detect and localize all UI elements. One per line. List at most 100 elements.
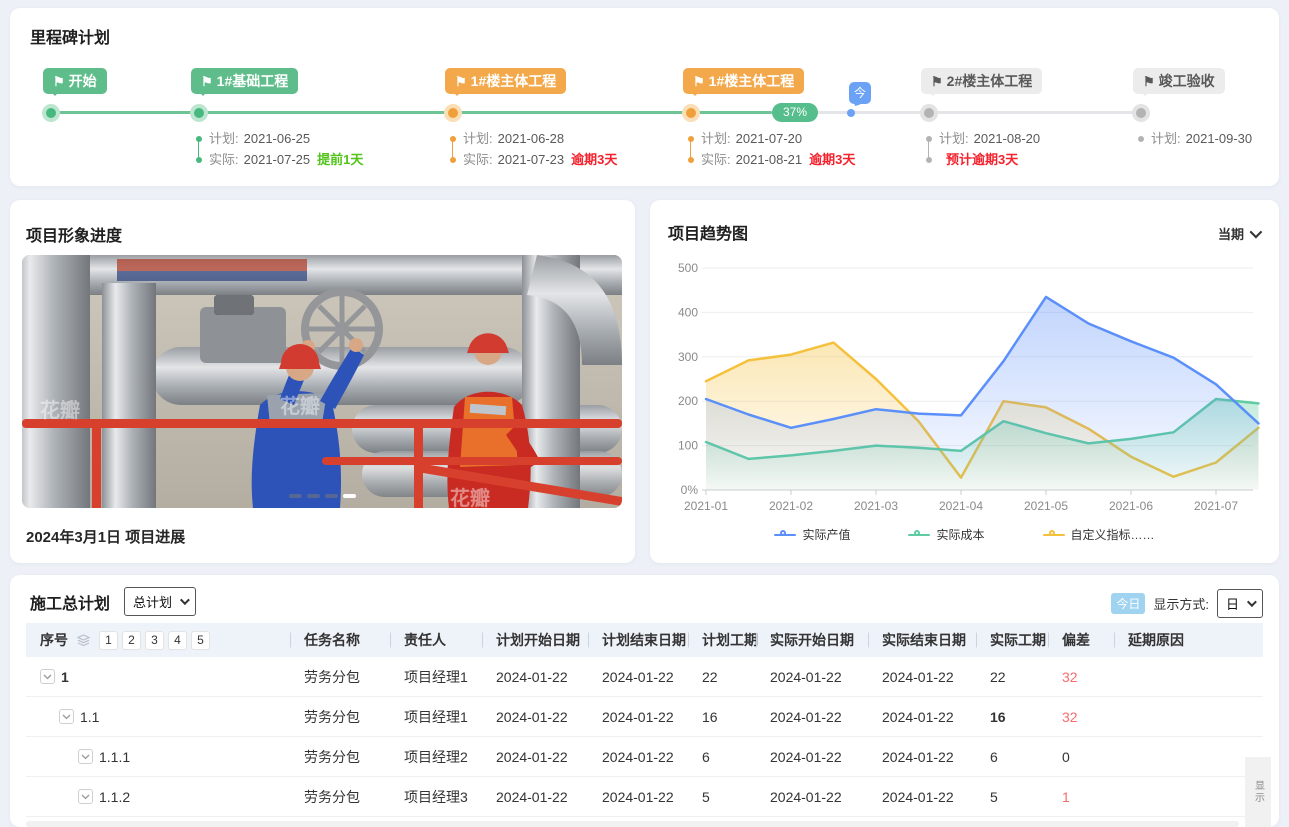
table-title: 施工总计划	[30, 590, 110, 614]
milestone-timeline: 37% 今 ⚑开始⚑1#基础工程计划:2021-06-25实际:2021-07-…	[10, 8, 1279, 186]
plan-duration-cell: 22	[688, 669, 756, 685]
legend-symbol-icon	[1043, 530, 1065, 540]
svg-text:2021-03: 2021-03	[854, 499, 898, 513]
milestone-badge[interactable]: ⚑ 1#基础工程	[191, 68, 298, 94]
detail-label: 计划:	[701, 128, 731, 149]
level-button-1[interactable]: 1	[99, 631, 118, 650]
project-photo: 花瓣 花瓣 花瓣	[22, 255, 622, 508]
today-badge[interactable]: 今日	[1111, 593, 1145, 614]
plan-start-cell: 2024-01-22	[482, 709, 588, 725]
plan-type-select-value: 总计划	[133, 592, 172, 611]
milestone-detail-line: 预计逾期3天	[926, 149, 1040, 170]
project-photo-carousel[interactable]: 花瓣 花瓣 花瓣	[22, 255, 622, 508]
plan-end-cell: 2024-01-22	[588, 669, 688, 685]
table-row[interactable]: 1.1.2劳务分包项目经理32024-01-222024-01-2252024-…	[26, 777, 1263, 817]
detail-note: 预计逾期3天	[946, 149, 1018, 170]
detail-label: 实际:	[209, 149, 239, 170]
carousel-dot[interactable]	[289, 494, 302, 498]
milestone-details: 计划:2021-08-20预计逾期3天	[926, 128, 1040, 170]
milestone-node[interactable]	[190, 104, 208, 122]
svg-text:100: 100	[678, 439, 698, 453]
plan-duration-cell: 6	[688, 749, 756, 765]
actual-end-cell: 2024-01-22	[868, 789, 976, 805]
milestone-node[interactable]	[42, 104, 60, 122]
level-button-4[interactable]: 4	[168, 631, 187, 650]
level-button-2[interactable]: 2	[122, 631, 141, 650]
flag-icon: ⚑	[1143, 74, 1155, 89]
period-select[interactable]: 当期	[1218, 224, 1259, 243]
detail-dot	[450, 157, 456, 163]
seq-text: 1.1	[80, 709, 99, 725]
detail-dot	[926, 136, 932, 142]
level-button-3[interactable]: 3	[145, 631, 164, 650]
table-row[interactable]: 1.1.1劳务分包项目经理22024-01-222024-01-2262024-…	[26, 737, 1263, 777]
milestone-badge[interactable]: ⚑开始	[43, 68, 107, 94]
column-delay-reason: 延期原因	[1114, 630, 1263, 650]
actual-duration-cell: 6	[976, 749, 1048, 765]
milestone-node[interactable]	[920, 104, 938, 122]
carousel-dot[interactable]	[307, 494, 320, 498]
detail-value: 2021-09-30	[1186, 128, 1253, 149]
plan-duration-cell: 5	[688, 789, 756, 805]
svg-text:400: 400	[678, 305, 698, 319]
actual-end-cell: 2024-01-22	[868, 669, 976, 685]
flag-icon: ⚑	[455, 74, 467, 89]
progress-percent-pill: 37%	[772, 103, 818, 122]
deviation-cell: 0	[1048, 749, 1114, 765]
actual-end-cell: 2024-01-22	[868, 709, 976, 725]
milestone-badge[interactable]: ⚑1#楼主体工程	[683, 68, 804, 94]
detail-value: 2021-06-28	[498, 128, 565, 149]
svg-text:200: 200	[678, 394, 698, 408]
milestone-node[interactable]	[1132, 104, 1150, 122]
milestone-badge[interactable]: ⚑ 1#楼主体工程	[445, 68, 566, 94]
legend-item[interactable]: 实际成本	[908, 526, 984, 543]
legend-label: 自定义指标……	[1071, 526, 1155, 543]
actual-start-cell: 2024-01-22	[756, 669, 868, 685]
detail-connector	[452, 141, 453, 159]
legend-label: 实际成本	[936, 526, 984, 543]
table-row[interactable]: 1劳务分包项目经理12024-01-222024-01-22222024-01-…	[26, 657, 1263, 697]
milestone-badge[interactable]: ⚑2#楼主体工程	[921, 68, 1042, 94]
flag-icon: ⚑	[201, 74, 213, 89]
seq-cell: 1.1.2	[26, 789, 290, 805]
expand-icon[interactable]	[78, 749, 93, 764]
milestone-badge[interactable]: ⚑竣工验收	[1133, 68, 1225, 94]
expand-icon[interactable]	[40, 669, 55, 684]
chevron-down-icon	[1250, 226, 1263, 239]
plan-start-cell: 2024-01-22	[482, 749, 588, 765]
construction-plan-card: 施工总计划 总计划 今日 显示方式: 日 序号	[10, 575, 1279, 827]
milestone-name: 1#楼主体工程	[709, 73, 795, 89]
milestone-node[interactable]	[444, 104, 462, 122]
table-row[interactable]: 1.1劳务分包项目经理12024-01-222024-01-22162024-0…	[26, 697, 1263, 737]
detail-note: 逾期3天	[809, 149, 855, 170]
detail-label: 计划:	[463, 128, 493, 149]
column-task: 任务名称	[290, 630, 390, 650]
milestone-name: 1#楼主体工程	[471, 73, 557, 89]
column-actual-end: 实际结束日期	[868, 630, 976, 650]
task-cell: 劳务分包	[290, 747, 390, 767]
horizontal-scrollbar[interactable]	[26, 821, 1239, 827]
deviation-cell: 32	[1048, 669, 1114, 685]
legend-item[interactable]: 实际产值	[774, 526, 850, 543]
side-panel-tab[interactable]: 显示	[1245, 757, 1271, 827]
detail-label: 实际:	[701, 149, 731, 170]
carousel-dot[interactable]	[343, 494, 356, 498]
detail-label: 实际:	[463, 149, 493, 170]
expand-icon[interactable]	[59, 709, 74, 724]
legend-item[interactable]: 自定义指标……	[1043, 526, 1155, 543]
expand-icon[interactable]	[78, 789, 93, 804]
milestone-name: 1#基础工程	[217, 73, 289, 89]
display-mode-select[interactable]: 日	[1217, 589, 1263, 618]
plan-type-select[interactable]: 总计划	[124, 587, 196, 616]
level-button-5[interactable]: 5	[191, 631, 210, 650]
carousel-dot[interactable]	[325, 494, 338, 498]
layers-icon[interactable]	[76, 634, 91, 647]
milestone-node[interactable]	[682, 104, 700, 122]
milestone-details: 计划:2021-07-20实际:2021-08-21逾期3天	[688, 128, 855, 170]
column-plan-duration: 计划工期	[688, 630, 756, 650]
milestone-details: 计划:2021-06-28实际:2021-07-23逾期3天	[450, 128, 617, 170]
svg-text:2021-05: 2021-05	[1024, 499, 1068, 513]
detail-dot	[926, 157, 932, 163]
milestone-detail-line: 计划:2021-08-20	[926, 128, 1040, 149]
deviation-cell: 1	[1048, 789, 1114, 805]
